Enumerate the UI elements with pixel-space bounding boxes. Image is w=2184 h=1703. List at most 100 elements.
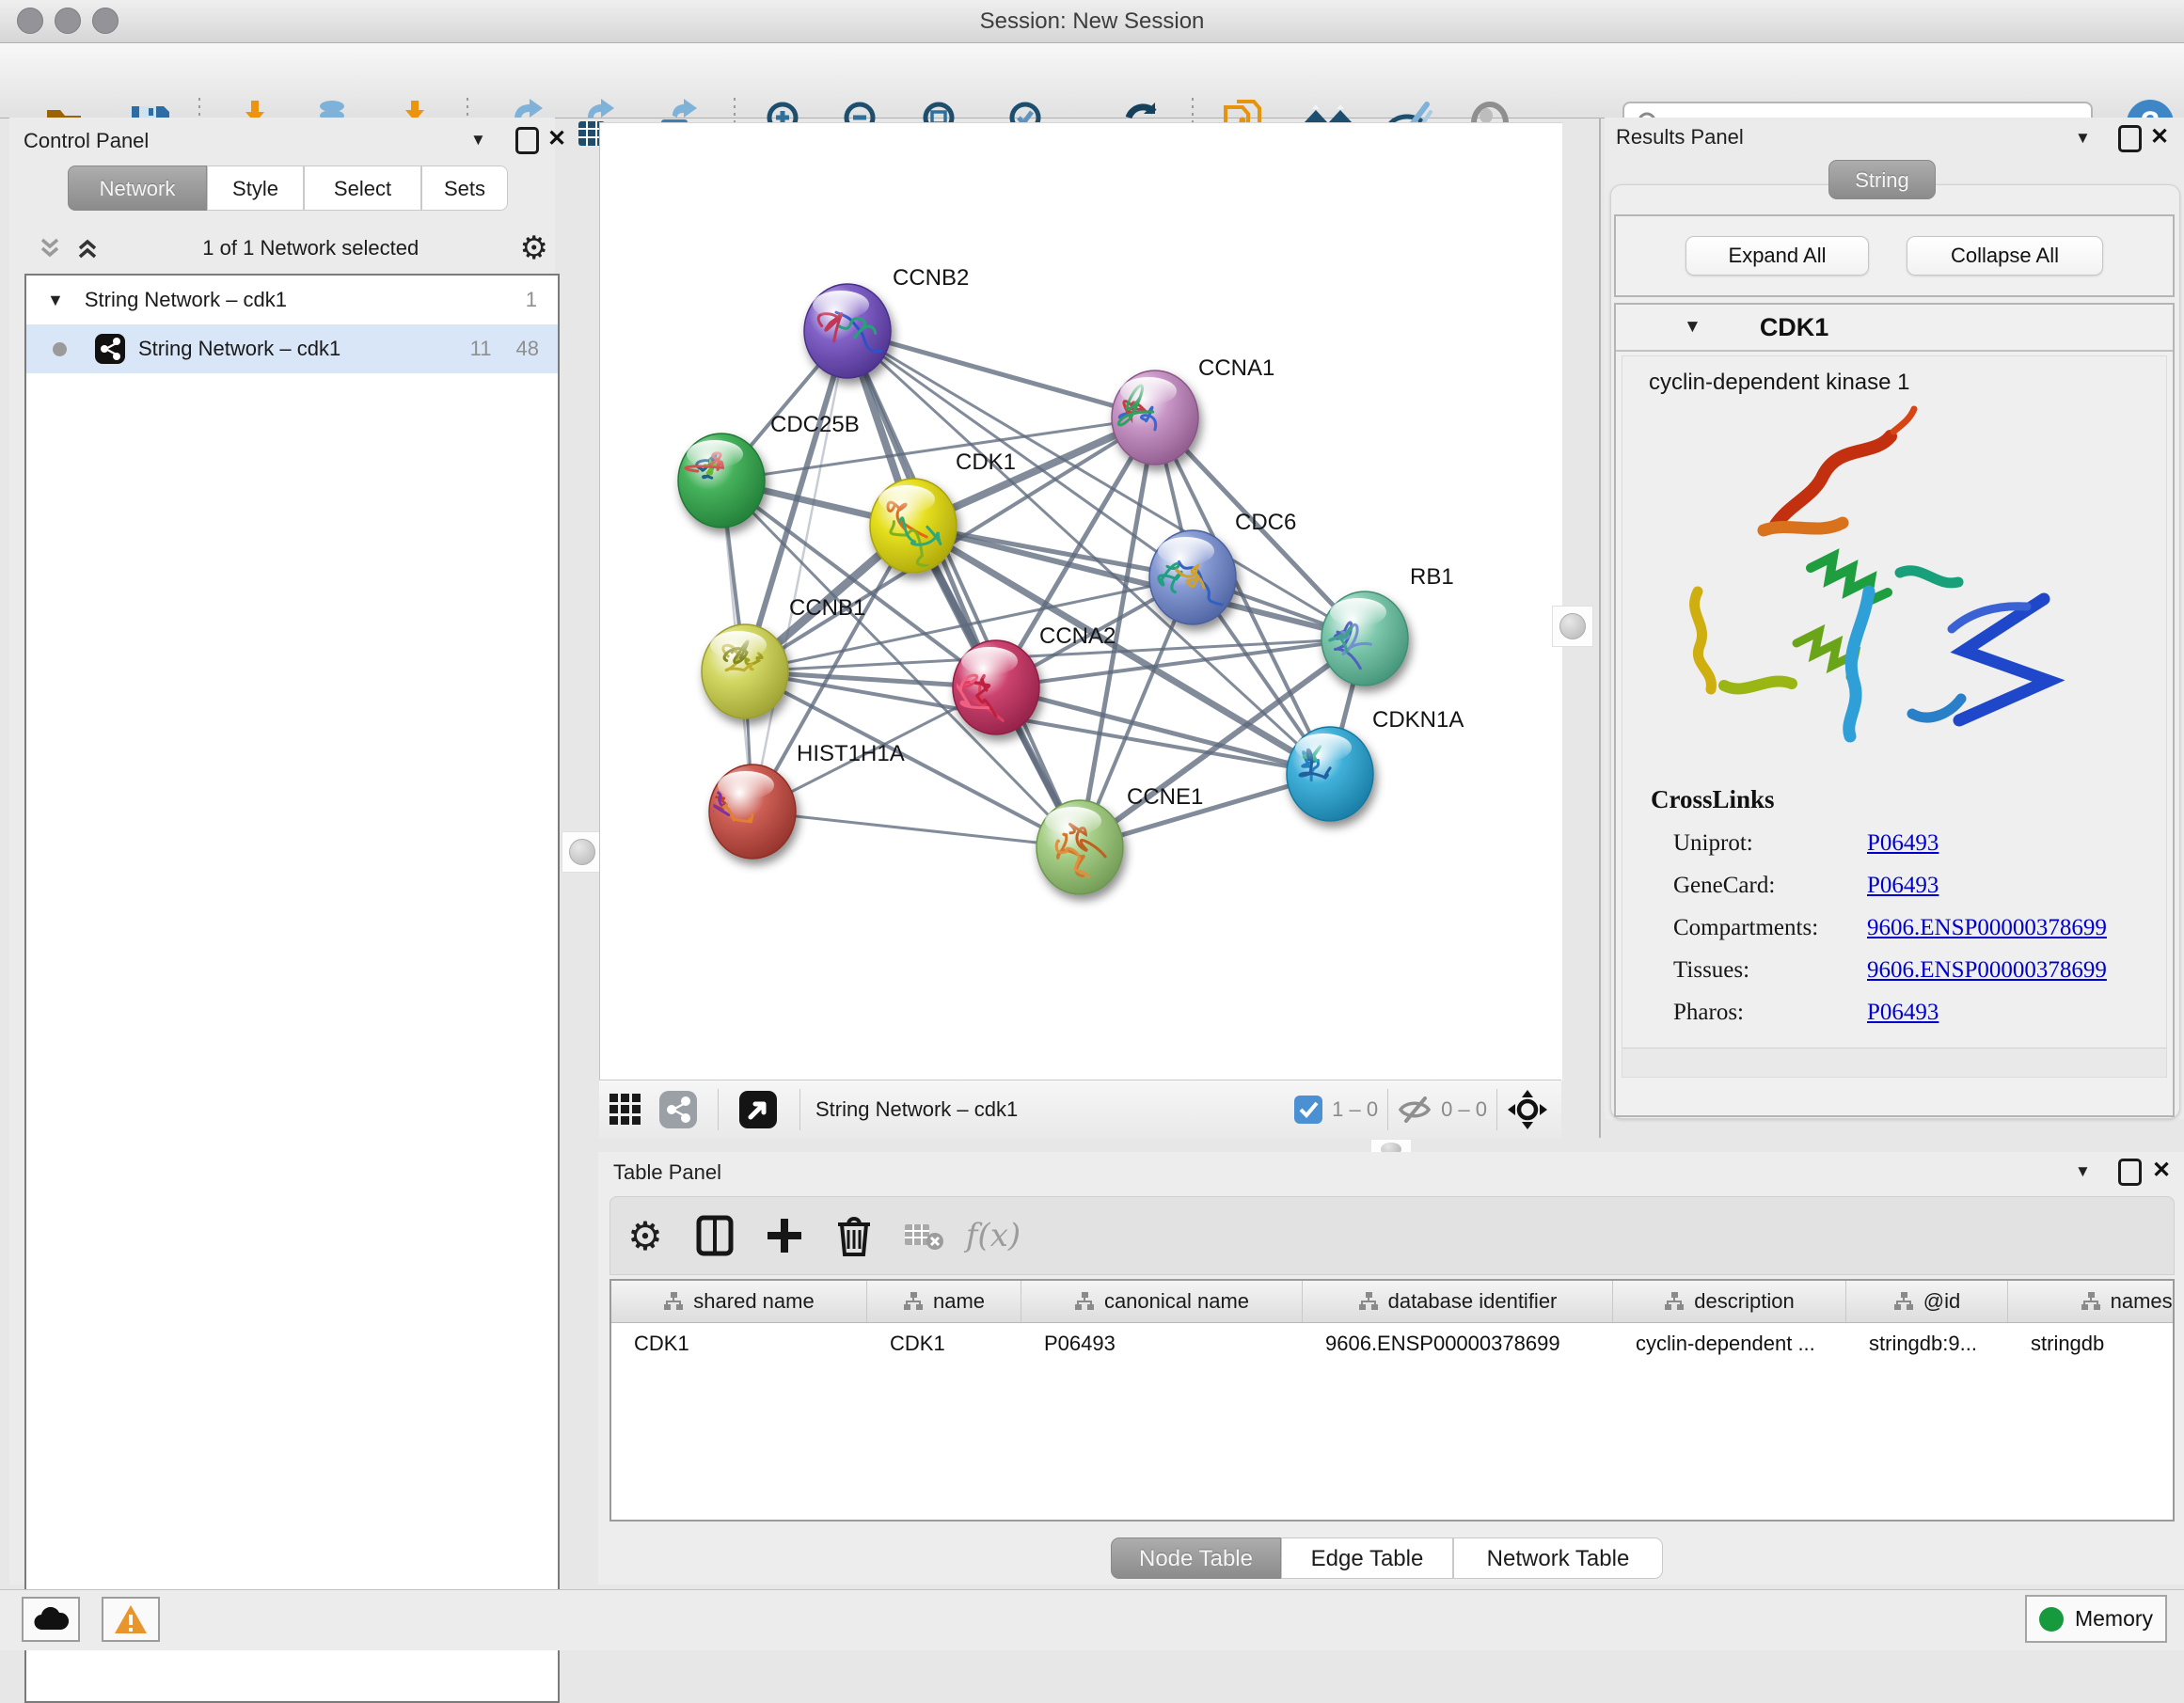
results-panel-menu-icon[interactable]: ▼	[2075, 129, 2091, 148]
node-table[interactable]: shared namenamecanonical namedatabase id…	[609, 1279, 2175, 1522]
cytoscape-window: Session: New Session	[0, 0, 2184, 1649]
birdseye-grid-icon[interactable]	[599, 1077, 652, 1143]
warning-button[interactable]	[102, 1597, 160, 1642]
results-scrollbar-track[interactable]	[1622, 1048, 2166, 1077]
results-panel-close-icon[interactable]: ✕	[2150, 123, 2169, 150]
network-collection-row[interactable]: ▼ String Network – cdk1 1	[26, 276, 558, 324]
collapse-entry-icon[interactable]: ▼	[1684, 317, 1701, 338]
table-panel-close-icon[interactable]: ✕	[2152, 1157, 2171, 1184]
table-cell: CDK1	[867, 1332, 1021, 1356]
network-selection-status: 1 of 1 Network selected	[102, 236, 520, 260]
node-name: CDK1	[1760, 313, 1829, 342]
table-panel-undock-icon[interactable]	[2118, 1159, 2142, 1186]
selected-checkbox-icon[interactable]	[1294, 1096, 1322, 1124]
node-label: CCNB2	[893, 265, 969, 291]
tab-node-table[interactable]: Node Table	[1111, 1537, 1281, 1579]
column-header-shared-name[interactable]: shared name	[611, 1281, 867, 1322]
network-view-footer: String Network – cdk1 1 – 0 0 – 0	[599, 1080, 1561, 1139]
right-splitter-handle[interactable]	[1552, 606, 1593, 647]
column-type-icon	[903, 1291, 924, 1312]
expand-all-button[interactable]: Expand All	[1685, 236, 1869, 276]
crosslink-label: Pharos:	[1673, 1000, 1867, 1026]
delete-column-icon[interactable]	[819, 1203, 889, 1269]
tree-expand-icon[interactable]: ▼	[47, 291, 64, 310]
crosslink-value[interactable]: P06493	[1867, 873, 1939, 899]
column-header-database-identifier[interactable]: database identifier	[1303, 1281, 1613, 1322]
crosslink-row: Compartments:9606.ENSP00000378699	[1673, 907, 2166, 949]
pan-move-icon[interactable]	[1507, 1089, 1548, 1130]
protein-node-CCNB2[interactable]: CCNB2	[804, 265, 969, 378]
protein-node-HIST1H1A[interactable]: HIST1H1A	[704, 741, 904, 859]
network-status-dot	[53, 342, 67, 356]
protein-node-CCNE1[interactable]: CCNE1	[1037, 784, 1203, 894]
table-gear-icon[interactable]: ⚙	[610, 1203, 680, 1269]
protein-node-CDC25B[interactable]: CDC25B	[678, 412, 860, 528]
footer-separator	[1496, 1089, 1497, 1130]
network-canvas[interactable]: CCNB2CCNA1CDC25BCDK1CDC6RB1CCNB1CCNA2CDK…	[599, 122, 1562, 1080]
protein-node-CCNA1[interactable]: CCNA1	[1112, 355, 1274, 465]
crosslinks-list: Uniprot:P06493GeneCard:P06493Compartment…	[1622, 814, 2166, 1033]
cloud-button[interactable]	[22, 1597, 80, 1642]
node-label: HIST1H1A	[797, 741, 905, 766]
network-tree: ▼ String Network – cdk1 1 String Network…	[24, 274, 560, 1703]
gear-icon[interactable]: ⚙	[520, 229, 548, 267]
column-type-icon	[2081, 1291, 2101, 1312]
columns-icon[interactable]	[680, 1203, 750, 1269]
collapse-all-button[interactable]: Collapse All	[1907, 236, 2103, 276]
column-header-description[interactable]: description	[1613, 1281, 1846, 1322]
left-splitter-handle[interactable]	[562, 831, 603, 873]
tab-style[interactable]: Style	[207, 166, 304, 211]
tab-network[interactable]: Network	[68, 166, 207, 211]
hidden-eye-icon[interactable]	[1398, 1096, 1432, 1124]
crosslink-value[interactable]: P06493	[1867, 1000, 1939, 1026]
crosslink-row: Uniprot:P06493	[1673, 822, 2166, 864]
crosslinks-title: CrossLinks	[1622, 780, 2166, 814]
tab-sets[interactable]: Sets	[421, 166, 508, 211]
table-cell: cyclin-dependent ...	[1613, 1332, 1846, 1356]
crosslink-value[interactable]: P06493	[1867, 830, 1939, 857]
node-count: 11	[470, 337, 492, 361]
control-panel-close-icon[interactable]: ✕	[547, 125, 566, 152]
column-header-namespace[interactable]: namespace	[2008, 1281, 2175, 1322]
main-toolbar: ?	[0, 43, 2184, 118]
function-builder-icon: f(x)	[958, 1203, 1028, 1269]
column-type-icon	[1358, 1291, 1379, 1312]
panel-divider	[1599, 118, 1601, 1138]
crosslink-label: GeneCard:	[1673, 873, 1867, 899]
memory-button[interactable]: Memory	[2025, 1595, 2167, 1643]
protein-node-CDKN1A[interactable]: CDKN1A	[1287, 707, 1464, 821]
results-panel-undock-icon[interactable]	[2118, 125, 2142, 152]
warning-icon	[114, 1604, 148, 1634]
node-description: cyclin-dependent kinase 1	[1622, 356, 2166, 396]
tab-edge-table[interactable]: Edge Table	[1281, 1537, 1453, 1579]
network-row-selected[interactable]: String Network – cdk1 11 48	[26, 324, 558, 373]
column-header--id[interactable]: @id	[1846, 1281, 2008, 1322]
clear-table-icon[interactable]	[889, 1203, 958, 1269]
string-network-graph[interactable]: CCNB2CCNA1CDC25BCDK1CDC6RB1CCNB1CCNA2CDK…	[600, 123, 1562, 1080]
crosslink-value[interactable]: 9606.ENSP00000378699	[1867, 957, 2107, 984]
tab-network-table[interactable]: Network Table	[1453, 1537, 1663, 1579]
crosslink-row: Pharos:P06493	[1673, 991, 2166, 1033]
table-panel-menu-icon[interactable]: ▼	[2075, 1162, 2091, 1181]
crosslink-value[interactable]: 9606.ENSP00000378699	[1867, 915, 2107, 941]
network-share-icon[interactable]	[652, 1077, 704, 1143]
node-label: CCNA1	[1198, 355, 1274, 381]
string-network-icon	[95, 334, 125, 364]
node-label: CDK1	[956, 449, 1016, 475]
protein-node-RB1[interactable]: RB1	[1321, 564, 1454, 686]
node-details-header[interactable]: ▼ CDK1	[1616, 305, 2173, 352]
open-in-window-icon[interactable]	[732, 1077, 784, 1143]
control-panel-tabs: Network Style Select Sets	[68, 166, 508, 211]
table-row[interactable]: CDK1CDK1P064939606.ENSP00000378699cyclin…	[611, 1323, 2173, 1364]
node-label: CDKN1A	[1372, 707, 1464, 733]
expand-all-networks-icon[interactable]	[73, 234, 102, 262]
column-header-name[interactable]: name	[867, 1281, 1021, 1322]
control-panel-menu-icon[interactable]: ▼	[470, 131, 486, 150]
column-header-canonical-name[interactable]: canonical name	[1021, 1281, 1303, 1322]
add-column-icon[interactable]	[750, 1203, 819, 1269]
control-panel-undock-icon[interactable]	[515, 127, 539, 154]
collapse-all-networks-icon[interactable]	[36, 234, 64, 262]
tab-select[interactable]: Select	[304, 166, 421, 211]
footer-separator	[718, 1089, 719, 1130]
tab-string[interactable]: String	[1828, 160, 1936, 199]
